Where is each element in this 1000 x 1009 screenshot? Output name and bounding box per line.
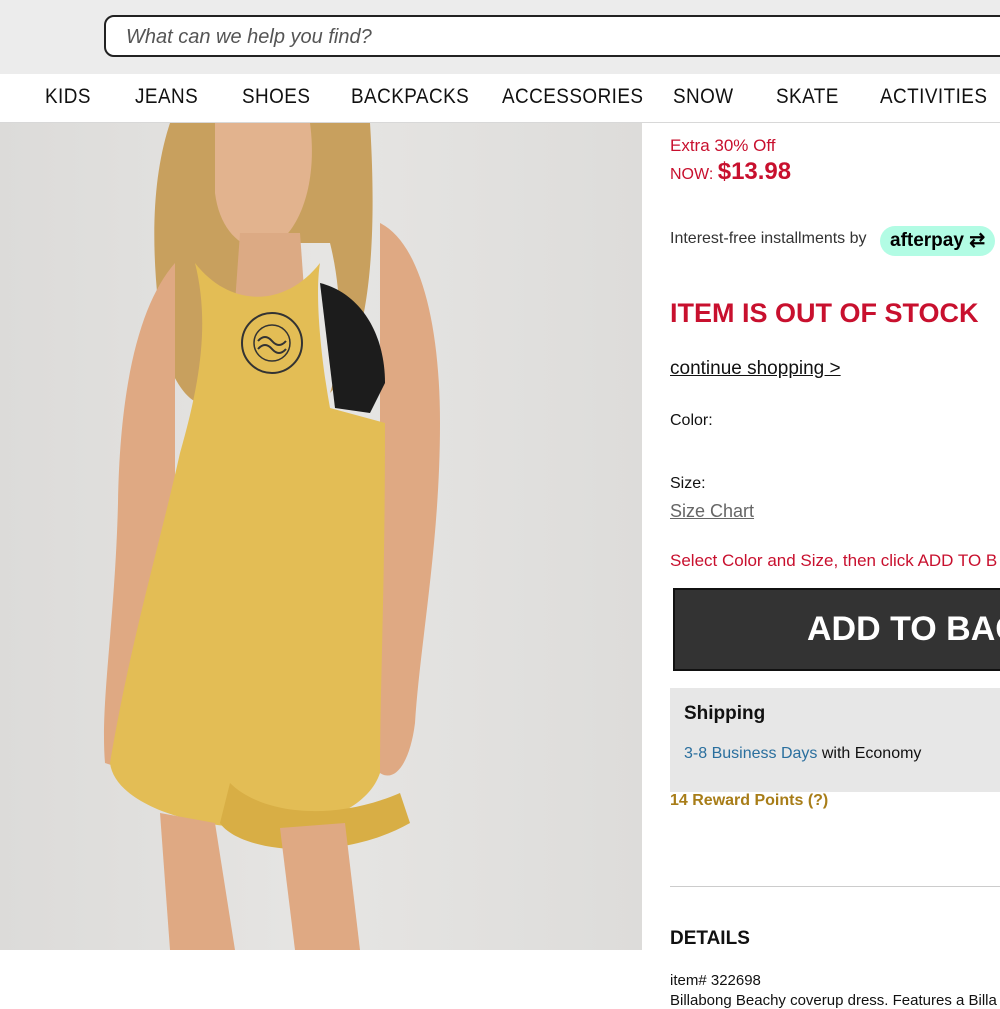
search-placeholder: What can we help you find?: [126, 26, 372, 48]
nav-item-activities[interactable]: ACTIVITIES: [880, 85, 987, 109]
afterpay-arrows-icon: ⇄: [969, 230, 986, 251]
size-label: Size:: [670, 475, 706, 492]
shipping-box: Shipping 3-8 Business Days with Economy: [670, 688, 1000, 792]
discount-text: Extra 30% Off: [670, 136, 776, 155]
divider: [670, 886, 1000, 887]
top-bar: What can we help you find?: [0, 0, 1000, 74]
shipping-info: 3-8 Business Days with Economy: [684, 745, 921, 763]
details-heading: DETAILS: [670, 928, 750, 949]
color-label: Color:: [670, 412, 713, 429]
nav-item-backpacks[interactable]: BACKPACKS: [351, 85, 469, 109]
installments-text: Interest-free installments by: [670, 230, 867, 247]
product-description: Billabong Beachy coverup dress. Features…: [670, 992, 997, 1009]
now-price: $13.98: [717, 158, 792, 185]
nav-item-accessories[interactable]: ACCESSORIES: [502, 85, 643, 109]
product-image[interactable]: [0, 123, 642, 950]
sale-price: NOW: $13.98: [670, 158, 791, 186]
search-input[interactable]: What can we help you find?: [104, 15, 1000, 57]
nav-item-shoes[interactable]: SHOES: [242, 85, 310, 109]
stock-status: ITEM IS OUT OF STOCK: [670, 298, 979, 328]
shipping-method: with Economy: [817, 745, 922, 762]
nav-item-skate[interactable]: SKATE: [776, 85, 839, 109]
afterpay-label: afterpay: [890, 230, 964, 251]
continue-shopping-link[interactable]: continue shopping >: [670, 358, 841, 380]
select-message: Select Color and Size, then click ADD TO…: [670, 551, 998, 570]
add-to-bag-button[interactable]: ADD TO BAG: [673, 588, 1000, 671]
nav-item-jeans[interactable]: JEANS: [135, 85, 198, 109]
afterpay-badge[interactable]: afterpay ⇄: [880, 226, 995, 256]
reward-points[interactable]: 14 Reward Points (?): [670, 792, 828, 810]
shipping-days-link[interactable]: 3-8 Business Days: [684, 745, 817, 762]
item-number: item# 322698: [670, 972, 761, 989]
shipping-title: Shipping: [684, 703, 766, 724]
nav-item-kids[interactable]: KIDS: [45, 85, 91, 109]
nav-item-snow[interactable]: SNOW: [673, 85, 734, 109]
model-illustration: [103, 123, 440, 950]
category-nav: KIDS JEANS SHOES BACKPACKS ACCESSORIES S…: [0, 74, 1000, 123]
now-label: NOW:: [670, 166, 714, 183]
size-chart-link[interactable]: Size Chart: [670, 501, 754, 522]
